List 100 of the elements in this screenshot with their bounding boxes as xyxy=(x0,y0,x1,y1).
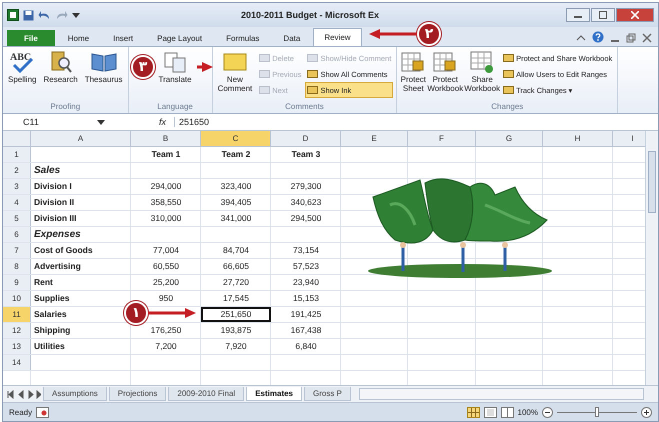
ribbon-button[interactable]: Share Workbook xyxy=(464,50,500,102)
table-cell: Cost of Goods xyxy=(34,245,93,255)
table-cell: Advertising xyxy=(34,261,81,271)
save-icon[interactable] xyxy=(23,10,34,20)
group-label: Comments xyxy=(284,102,325,113)
close-icon[interactable] xyxy=(642,33,652,43)
row-header[interactable]: 13 xyxy=(3,339,31,354)
row-header[interactable]: 5 xyxy=(3,211,31,226)
group-label: Changes xyxy=(490,102,524,113)
command-icon xyxy=(503,85,514,95)
column-header[interactable]: D xyxy=(271,131,341,147)
table-cell: 340,623 xyxy=(290,197,322,207)
ribbon-tab[interactable]: Page Layout xyxy=(146,30,214,46)
row-header[interactable]: 10 xyxy=(3,291,31,306)
window-title: 2010-2011 Budget - Microsoft Ex xyxy=(241,10,380,20)
column-header[interactable]: C xyxy=(201,131,271,147)
name-box[interactable]: C11 xyxy=(7,117,93,127)
ribbon-tab[interactable]: Data xyxy=(272,30,312,46)
formula-field[interactable]: 251650 xyxy=(179,117,210,127)
caret-up-icon[interactable] xyxy=(576,33,586,43)
column-header[interactable]: G xyxy=(476,131,543,147)
ribbon-tab[interactable]: Insert xyxy=(102,30,144,46)
maximize-icon xyxy=(599,11,607,19)
help-icon[interactable] xyxy=(592,31,604,43)
column-header[interactable]: F xyxy=(408,131,476,147)
vertical-scrollbar[interactable] xyxy=(645,131,658,385)
page-layout-icon[interactable] xyxy=(484,406,497,418)
ribbon-tab[interactable]: Formulas xyxy=(215,30,270,46)
sheet-tab[interactable]: Assumptions xyxy=(43,387,107,401)
sheet-tab[interactable]: Gross P xyxy=(304,387,351,401)
table-cell: 7,920 xyxy=(225,341,247,351)
table-cell: 341,000 xyxy=(220,213,252,223)
table-cell: 84,704 xyxy=(223,245,249,255)
sheet-navigation-icon[interactable] xyxy=(7,390,41,398)
selected-cell[interactable]: 251,650 xyxy=(201,307,271,322)
maximize-button[interactable] xyxy=(591,8,615,22)
minimize-button[interactable] xyxy=(566,8,590,22)
column-header[interactable]: E xyxy=(341,131,408,147)
ribbon-button[interactable]: Protect Workbook xyxy=(427,50,464,102)
ribbon-button[interactable]: Research xyxy=(41,50,80,102)
ribbon-button[interactable]: Thesaurus xyxy=(82,50,125,102)
ribbon-button[interactable]: Protect Sheet xyxy=(400,50,426,102)
row-header[interactable]: 3 xyxy=(3,179,31,194)
shared-sheet-icon xyxy=(469,50,496,74)
command-icon xyxy=(307,69,318,79)
sheet-tab[interactable]: 2009-2010 Final xyxy=(168,387,244,401)
table-cell: 60,550 xyxy=(153,261,179,271)
sheet-tab[interactable]: Projections xyxy=(108,387,166,401)
row-header[interactable]: 14 xyxy=(3,355,31,370)
ribbon-button[interactable]: ABC Spelling xyxy=(6,50,38,102)
macro-record-icon[interactable] xyxy=(36,406,50,418)
table-cell: Division III xyxy=(34,213,77,223)
ribbon-tab[interactable]: Home xyxy=(56,30,100,46)
table-cell: Division I xyxy=(34,181,72,191)
row-header[interactable]: 4 xyxy=(3,195,31,210)
table-cell: 310,000 xyxy=(150,213,182,223)
insert-function-button[interactable]: fx xyxy=(109,117,176,127)
slider-thumb[interactable] xyxy=(595,407,599,417)
column-header[interactable]: I xyxy=(613,131,645,147)
translate-icon xyxy=(163,50,188,74)
table-cell: 6,840 xyxy=(295,341,317,351)
command-icon xyxy=(259,53,270,63)
zoom-in-icon[interactable] xyxy=(641,406,652,418)
sheet-lock-icon xyxy=(432,50,458,74)
column-header[interactable]: A xyxy=(31,131,131,147)
row-header[interactable]: 2 xyxy=(3,163,31,178)
callout-arrow xyxy=(197,62,213,72)
table-cell: 294,000 xyxy=(150,181,182,191)
row-header[interactable]: 1 xyxy=(3,147,31,162)
table-cell: Expenses xyxy=(34,229,81,240)
sheet-tab[interactable]: Estimates xyxy=(246,387,302,401)
row-header[interactable]: 6 xyxy=(3,227,31,242)
table-cell: 279,300 xyxy=(290,181,322,191)
command-icon xyxy=(307,85,318,95)
table-cell: 23,940 xyxy=(293,277,319,287)
horizontal-scrollbar[interactable] xyxy=(358,388,644,400)
ribbon-button[interactable]: Translate xyxy=(156,50,194,102)
file-tab[interactable]: File xyxy=(7,30,55,46)
spreadsheet-icon[interactable] xyxy=(7,9,19,21)
table-cell: 25,200 xyxy=(153,277,179,287)
ribbon-tab[interactable]: Review xyxy=(313,28,362,46)
ribbon-button[interactable]: New Comment xyxy=(216,50,254,102)
row-header[interactable]: 9 xyxy=(3,275,31,290)
dropdown-icon[interactable] xyxy=(72,11,80,19)
table-cell: Shipping xyxy=(34,325,70,335)
page-break-icon[interactable] xyxy=(500,406,514,418)
row-header[interactable]: 8 xyxy=(3,259,31,274)
dropdown-icon[interactable] xyxy=(97,118,105,126)
close-icon xyxy=(631,11,639,19)
normal-view-icon[interactable] xyxy=(466,406,480,418)
column-header[interactable]: H xyxy=(543,131,613,147)
restore-icon[interactable] xyxy=(626,33,636,43)
zoom-out-icon[interactable] xyxy=(542,406,553,418)
zoom-level[interactable]: 100% xyxy=(518,408,538,416)
row-header[interactable]: 12 xyxy=(3,323,31,338)
row-header[interactable]: 11 xyxy=(3,307,31,322)
column-header[interactable]: B xyxy=(131,131,201,147)
close-button[interactable] xyxy=(616,8,654,22)
undo-icon[interactable] xyxy=(38,10,51,20)
row-header[interactable]: 7 xyxy=(3,243,31,258)
